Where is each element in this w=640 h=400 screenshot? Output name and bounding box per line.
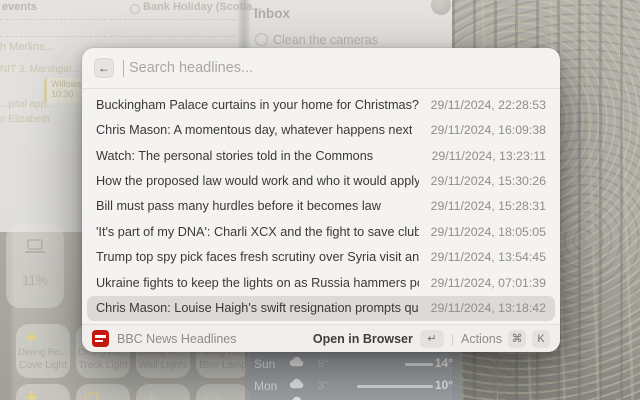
command-key-icon: ⌘ [508,330,526,348]
calendar-events-label: events [2,1,37,13]
sparkle-icon [144,390,159,400]
search-input[interactable] [127,59,548,77]
calendar-event: NIT 3, Marshgat... [0,64,80,75]
text-caret [123,60,124,77]
tile-room: Dining Ro... [16,347,70,358]
weather-widget[interactable]: Sun 9° 14° Mon 3° 10° [245,352,462,400]
tile-device: Cove Light [16,360,70,371]
open-in-browser-button[interactable]: Open in Browser ↵ [313,330,444,348]
news-timestamp: 29/11/2024, 15:28:31 [431,199,546,213]
back-button[interactable]: ← [94,58,114,78]
home-tile[interactable] [136,384,190,400]
news-timestamp: 29/11/2024, 18:05:05 [431,225,546,239]
footer-actions-group: Open in Browser ↵ | Actions ⌘ K [313,330,550,348]
widget-icon [431,0,451,15]
news-timestamp: 29/11/2024, 07:01:39 [431,276,546,290]
footer-divider: | [451,332,454,346]
news-title: Buckingham Palace curtains in your home … [96,98,419,112]
sparkle-icon [24,390,39,400]
news-row[interactable]: Chris Mason: A momentous day, whatever h… [87,117,555,142]
return-key-icon: ↵ [420,330,444,348]
battery-percent: 11% [6,273,64,288]
news-title: Watch: The personal stories told in the … [96,149,373,163]
search-bar: ← [82,48,560,89]
laptop-icon [24,239,46,255]
weather-high-temp: 10° [435,378,453,392]
news-timestamp: 29/11/2024, 15:30:26 [431,174,546,188]
reminder-item[interactable]: Clean the cameras [273,33,378,47]
headline-list: Buckingham Palace curtains in your home … [82,89,560,324]
repeat-icon [130,4,140,14]
battery-widget[interactable]: 11% [6,224,64,308]
news-title: Chris Mason: Louise Haigh's swift resign… [96,301,419,315]
sparkle-icon [24,330,39,345]
raycast-window: ← Buckingham Palace curtains in your hom… [82,48,560,352]
actions-label: Actions [461,332,502,346]
calendar-event: h Merlins... [0,41,80,53]
window-edge-shadow [237,0,251,50]
k-key-icon: K [532,330,550,348]
tile-device: Blue Lamp [196,360,250,371]
home-tile-cove-light[interactable]: Dining Ro... Cove Light [16,324,70,378]
calendar-divider [0,19,236,20]
news-title: Trump top spy pick faces fresh scrutiny … [96,250,419,264]
weather-low-temp: 9° [318,358,329,370]
calendar-event: n Elizabeth [0,114,80,125]
weather-row: Mon 3° 10° [245,376,462,394]
tile-device: Track Light [76,360,130,371]
news-row[interactable]: Bill must pass many hurdles before it be… [87,194,555,219]
lamp-icon [204,390,219,400]
news-timestamp: 29/11/2024, 13:18:42 [431,301,546,315]
weather-temp-bar [405,363,433,366]
news-row[interactable]: Trump top spy pick faces fresh scrutiny … [87,245,555,270]
open-in-browser-label: Open in Browser [313,332,413,346]
back-arrow-icon: ← [98,61,110,75]
news-row[interactable]: Ukraine fights to keep the lights on as … [87,270,555,295]
bbc-news-icon [92,330,109,347]
home-tile[interactable] [76,384,130,400]
actions-button[interactable]: Actions ⌘ K [461,330,550,348]
news-title: Chris Mason: A momentous day, whatever h… [96,123,412,137]
reminders-title: Inbox [254,6,290,21]
news-title: Ukraine fights to keep the lights on as … [96,276,419,290]
calendar-divider [0,36,236,37]
cloud-icon [289,356,304,367]
news-title: Bill must pass many hurdles before it be… [96,199,381,213]
extension-name: BBC News Headlines [117,332,237,346]
weather-row: Sun 9° 14° [245,354,462,372]
weather-low-temp: 3° [318,380,329,392]
home-tile[interactable] [16,384,70,400]
news-row-selected[interactable]: Chris Mason: Louise Haigh's swift resign… [87,296,555,321]
lamp-icon [84,390,99,400]
news-timestamp: 29/11/2024, 16:09:38 [431,123,546,137]
screen: events Bank Holiday (Scotla... h Merlins… [0,0,640,400]
cloud-icon [289,396,304,400]
news-timestamp: 29/11/2024, 13:23:11 [432,149,546,163]
news-timestamp: 29/11/2024, 13:54:45 [431,250,546,264]
news-title: How the proposed law would work and who … [96,174,419,188]
action-footer: BBC News Headlines Open in Browser ↵ | A… [82,324,560,352]
reminder-checkbox[interactable] [255,33,268,46]
news-row[interactable]: Watch: The personal stories told in the … [87,143,555,168]
tile-device: Wall Lights [136,360,190,371]
home-tile[interactable] [196,384,250,400]
news-row[interactable]: Buckingham Palace curtains in your home … [87,92,555,117]
news-row[interactable]: 'It's part of my DNA': Charli XCX and th… [87,219,555,244]
cloud-icon [289,378,304,389]
weather-day: Sun [254,357,275,371]
news-title: 'It's part of my DNA': Charli XCX and th… [96,225,419,239]
news-row[interactable]: How the proposed law would work and who … [87,168,555,193]
weather-day: Mon [254,379,277,393]
weather-high-temp: 14° [435,356,453,370]
news-timestamp: 29/11/2024, 22:28:53 [431,98,546,112]
weather-temp-bar [357,385,433,388]
